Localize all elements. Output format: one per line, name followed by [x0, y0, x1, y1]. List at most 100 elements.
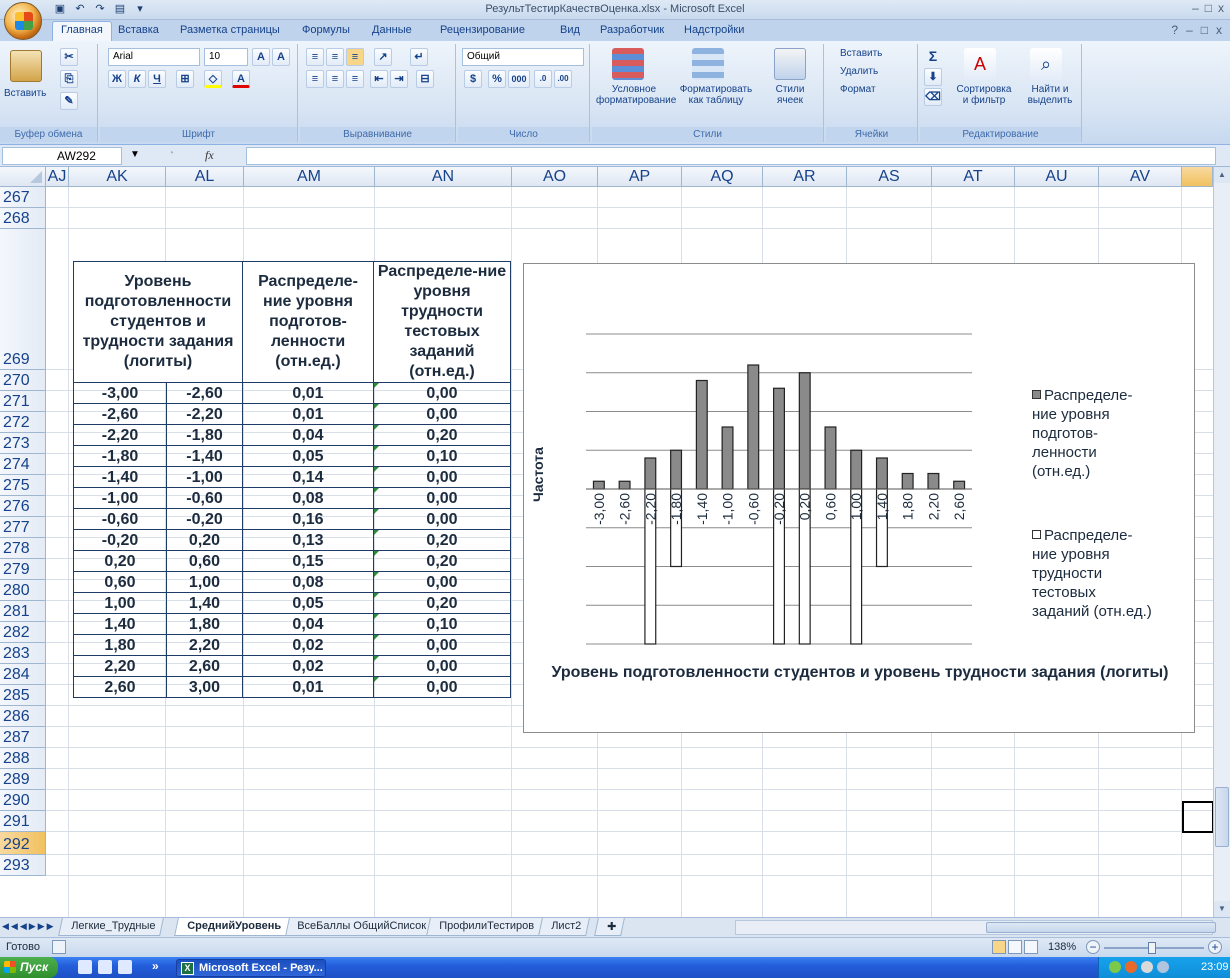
- bar-students-6[interactable]: [747, 364, 760, 490]
- tab-review[interactable]: Рецензирование: [440, 23, 525, 37]
- cell-to[interactable]: 0,20: [166, 529, 243, 551]
- cancel-entry-icon[interactable]: ◔: [168, 148, 174, 159]
- align-left-icon[interactable]: ≡: [306, 70, 324, 88]
- cell-tasks[interactable]: 0,20: [373, 550, 511, 572]
- cell-styles-icon[interactable]: [774, 48, 806, 80]
- cell-from[interactable]: -0,20: [73, 529, 167, 551]
- cell-tasks[interactable]: 0,00: [373, 655, 511, 677]
- insert-function-button[interactable]: fx: [205, 148, 214, 163]
- page-layout-view-icon[interactable]: [1008, 940, 1022, 954]
- cell-from[interactable]: -1,80: [73, 445, 167, 467]
- cell-students[interactable]: 0,08: [242, 571, 374, 593]
- column-header-an[interactable]: AN: [375, 167, 512, 187]
- normal-view-icon[interactable]: [992, 940, 1006, 954]
- bar-students-2[interactable]: [644, 457, 657, 490]
- bar-students-11[interactable]: [875, 457, 888, 490]
- orientation-icon[interactable]: ↗: [374, 48, 392, 66]
- sheet-tab-medium[interactable]: СреднийУровень: [174, 918, 290, 936]
- cell-tasks[interactable]: 0,00: [373, 634, 511, 656]
- column-header-al[interactable]: AL: [166, 167, 244, 187]
- row-header-291[interactable]: 291: [0, 811, 46, 832]
- font-color-icon[interactable]: A: [232, 70, 250, 88]
- chart[interactable]: -3,00 -2,60 -2,20 -1,80 -1,40 -1,00 -0,60 -0,20…: [523, 263, 1195, 733]
- format-as-table-button[interactable]: Форматировать как таблицу: [674, 84, 758, 106]
- copy-icon[interactable]: ⎘: [60, 70, 78, 88]
- tab-page-layout[interactable]: Разметка страницы: [180, 23, 280, 37]
- cell-from[interactable]: -2,20: [73, 424, 167, 446]
- cell-to[interactable]: 0,60: [166, 550, 243, 572]
- tab-formulas[interactable]: Формулы: [302, 23, 350, 37]
- ribbon-minimize-button[interactable]: –: [1186, 23, 1193, 37]
- horizontal-scrollbar[interactable]: [735, 920, 1216, 935]
- cell-to[interactable]: -1,40: [166, 445, 243, 467]
- zoom-in-icon[interactable]: +: [1208, 940, 1222, 954]
- row-header-284[interactable]: 284: [0, 664, 46, 685]
- cell-from[interactable]: 2,20: [73, 655, 167, 677]
- column-header-am[interactable]: AM: [244, 167, 375, 187]
- row-header-285[interactable]: 285: [0, 685, 46, 706]
- column-header-ao[interactable]: AO: [512, 167, 598, 187]
- cell-to[interactable]: -0,20: [166, 508, 243, 530]
- start-button[interactable]: Пуск: [0, 957, 58, 978]
- cell-from[interactable]: -0,60: [73, 508, 167, 530]
- cell-tasks[interactable]: 0,00: [373, 571, 511, 593]
- cell-to[interactable]: -2,60: [166, 382, 243, 404]
- maximize-button[interactable]: □: [1205, 1, 1212, 15]
- find-select-button[interactable]: Найти и выделить: [1020, 84, 1080, 106]
- bar-students-0[interactable]: [592, 480, 605, 490]
- cell-students[interactable]: 0,13: [242, 529, 374, 551]
- zoom-out-icon[interactable]: −: [1086, 940, 1100, 954]
- sheet-nav-arrows-icon[interactable]: ◀◀◀▶▶▶: [2, 921, 56, 932]
- cell-from[interactable]: -3,00: [73, 382, 167, 404]
- row-header-289[interactable]: 289: [0, 769, 46, 790]
- column-header-aj[interactable]: AJ: [46, 167, 69, 187]
- macro-record-icon[interactable]: [52, 940, 66, 954]
- column-header-ak[interactable]: AK: [69, 167, 166, 187]
- quick-launch-more-button[interactable]: »: [152, 959, 159, 973]
- cell-tasks[interactable]: 0,00: [373, 676, 511, 698]
- percent-button[interactable]: %: [488, 70, 506, 88]
- currency-icon[interactable]: $: [464, 70, 482, 88]
- cell-tasks[interactable]: 0,10: [373, 613, 511, 635]
- insert-sheet-icon[interactable]: ✚: [594, 918, 626, 936]
- cell-tasks[interactable]: 0,00: [373, 403, 511, 425]
- align-bottom-icon[interactable]: ≡: [346, 48, 364, 66]
- cell-tasks[interactable]: 0,10: [373, 445, 511, 467]
- cell-to[interactable]: 1,00: [166, 571, 243, 593]
- row-header-272[interactable]: 272: [0, 412, 46, 433]
- autosum-button[interactable]: Σ: [924, 48, 942, 66]
- tray-update-icon[interactable]: [1125, 961, 1137, 973]
- bar-students-10[interactable]: [850, 449, 863, 490]
- active-cell[interactable]: [1182, 801, 1213, 833]
- sheet-tab-profiles[interactable]: ПрофилиТестиров: [426, 918, 543, 936]
- cell-to[interactable]: -1,80: [166, 424, 243, 446]
- cell-students[interactable]: 0,02: [242, 634, 374, 656]
- row-header-280[interactable]: 280: [0, 580, 46, 601]
- close-button[interactable]: x: [1218, 1, 1224, 15]
- cell-students[interactable]: 0,04: [242, 424, 374, 446]
- conditional-format-button[interactable]: Условное форматирование: [596, 84, 676, 106]
- cell-students[interactable]: 0,01: [242, 403, 374, 425]
- italic-button[interactable]: К: [128, 70, 146, 88]
- taskbar-excel-button[interactable]: X Microsoft Excel - Резу...: [176, 959, 326, 977]
- row-header-275[interactable]: 275: [0, 475, 46, 496]
- cell-to[interactable]: 1,40: [166, 592, 243, 614]
- cell-to[interactable]: -1,00: [166, 466, 243, 488]
- cell-students[interactable]: 0,01: [242, 382, 374, 404]
- cell-to[interactable]: 3,00: [166, 676, 243, 698]
- row-header-271[interactable]: 271: [0, 391, 46, 412]
- merge-center-icon[interactable]: ⊟: [416, 70, 434, 88]
- column-header-at[interactable]: AT: [932, 167, 1015, 187]
- shrink-font-icon[interactable]: A: [272, 48, 290, 66]
- cell-students[interactable]: 0,05: [242, 445, 374, 467]
- column-header-ap[interactable]: AP: [598, 167, 682, 187]
- cell-from[interactable]: -1,00: [73, 487, 167, 509]
- format-as-table-icon[interactable]: [692, 48, 724, 80]
- formula-input[interactable]: [246, 147, 1216, 165]
- row-header-277[interactable]: 277: [0, 517, 46, 538]
- fill-color-icon[interactable]: ◇: [204, 70, 222, 88]
- minimize-button[interactable]: –: [1192, 1, 1199, 15]
- tab-insert[interactable]: Вставка: [118, 23, 159, 37]
- align-right-icon[interactable]: ≡: [346, 70, 364, 88]
- column-header-au[interactable]: AU: [1015, 167, 1099, 187]
